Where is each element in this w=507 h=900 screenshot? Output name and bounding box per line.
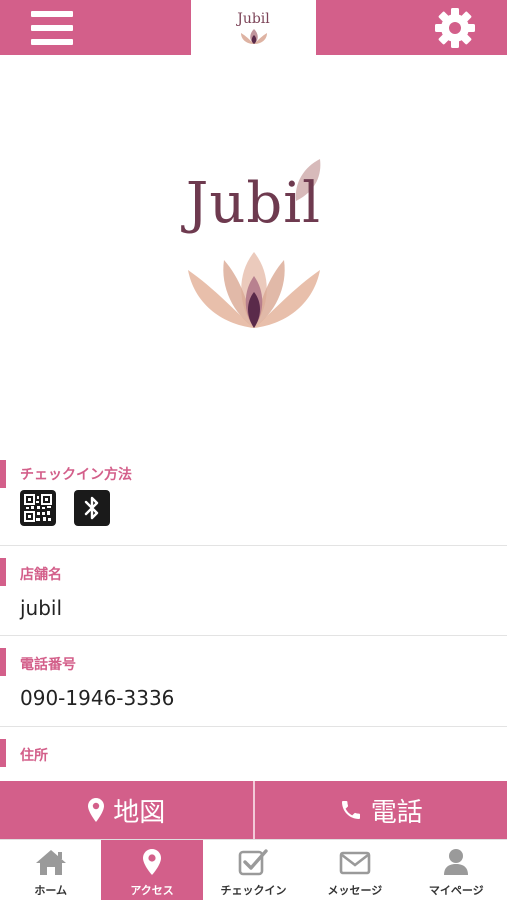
- home-icon: [35, 850, 66, 875]
- hamburger-menu-icon: [31, 10, 73, 45]
- map-button-label: 地図: [113, 797, 166, 828]
- qr-code-icon: [20, 490, 56, 526]
- action-bar: 地図 電話: [0, 781, 507, 839]
- nav-mypage[interactable]: マイページ: [406, 840, 507, 900]
- section-accent-bar: [0, 739, 6, 767]
- header-logo-text: Jubil: [237, 10, 270, 27]
- map-pin-icon: [143, 849, 162, 875]
- store-name-value: jubil: [20, 596, 63, 620]
- nav-message-label: メッセージ: [327, 884, 383, 897]
- map-button[interactable]: 地図: [0, 781, 253, 839]
- nav-mypage-label: マイページ: [428, 884, 484, 897]
- checkin-method-label: チェックイン方法: [20, 467, 132, 483]
- map-pin-icon: [88, 798, 105, 822]
- nav-checkin-label: チェックイン: [220, 884, 287, 897]
- bottom-nav: ホーム アクセス チェックイン メッセージ マイページ: [0, 839, 507, 900]
- store-logo-image: Jubil: [0, 55, 507, 450]
- store-name-section: 店舗名 jubil: [0, 546, 507, 636]
- nav-checkin[interactable]: チェックイン: [203, 840, 304, 900]
- settings-button[interactable]: [403, 0, 507, 55]
- user-icon: [444, 849, 469, 875]
- header-logo[interactable]: Jubil: [191, 0, 316, 55]
- section-accent-bar: [0, 648, 6, 676]
- gear-icon: [435, 7, 475, 48]
- address-section: 住所: [0, 727, 507, 781]
- bluetooth-icon: [74, 490, 110, 526]
- section-accent-bar: [0, 460, 6, 488]
- nav-message[interactable]: メッセージ: [304, 840, 405, 900]
- brand-logo-text: Jubil: [185, 171, 322, 236]
- phone-icon: [341, 801, 360, 819]
- nav-home[interactable]: ホーム: [0, 840, 101, 900]
- checkin-method-section: チェックイン方法: [0, 450, 507, 546]
- call-button-label: 電話: [370, 797, 423, 828]
- call-button[interactable]: 電話: [252, 781, 507, 839]
- envelope-icon: [339, 851, 371, 875]
- store-name-label: 店舗名: [20, 567, 62, 583]
- header-lotus-icon: [240, 28, 267, 44]
- nav-access-label: アクセス: [130, 884, 174, 897]
- checkin-icon: [239, 849, 269, 876]
- lotus-logo-icon: [188, 252, 320, 328]
- section-accent-bar: [0, 558, 6, 586]
- phone-value[interactable]: 090-1946-3336: [20, 686, 174, 710]
- menu-button[interactable]: [0, 0, 104, 55]
- app-header: Jubil: [0, 0, 507, 55]
- phone-label: 電話番号: [20, 657, 76, 673]
- nav-home-label: ホーム: [34, 884, 68, 897]
- address-label: 住所: [20, 748, 48, 764]
- phone-section: 電話番号 090-1946-3336: [0, 636, 507, 727]
- nav-access[interactable]: アクセス: [101, 840, 203, 900]
